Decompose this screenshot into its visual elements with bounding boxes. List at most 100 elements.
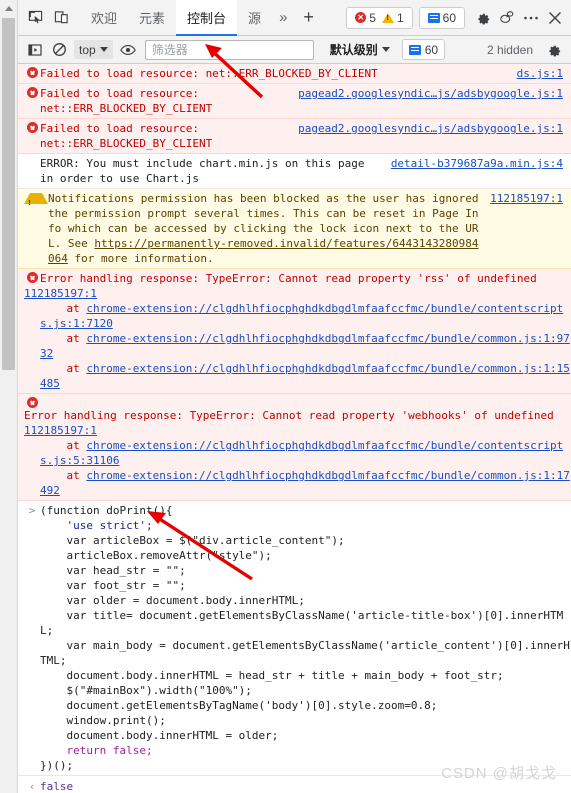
stack-frame-link[interactable]: chrome-extension://clgdhlhfiocphghdkdbgd… bbox=[40, 302, 563, 330]
console-settings-gear-icon[interactable] bbox=[543, 39, 565, 61]
console-message-count-chip[interactable]: 60 bbox=[401, 39, 446, 60]
stack-frame-link[interactable]: chrome-extension://clgdhlhfiocphghdkdbgd… bbox=[40, 439, 563, 467]
message-source-link[interactable]: 112185197:1 bbox=[24, 286, 105, 301]
error-icon: ✕ bbox=[355, 12, 367, 23]
tab-welcome-label: 欢迎 bbox=[91, 11, 118, 26]
more-tabs-button[interactable]: » bbox=[272, 0, 294, 36]
add-tab-button[interactable]: + bbox=[294, 0, 323, 35]
clear-console-icon[interactable] bbox=[48, 39, 70, 61]
warning-text-part2: for more information. bbox=[67, 252, 214, 265]
error-icon-cell bbox=[24, 396, 40, 408]
page-scrollbar[interactable] bbox=[0, 0, 18, 793]
message-text: Notifications permission has been blocke… bbox=[48, 191, 490, 266]
chevron-down-icon bbox=[381, 47, 390, 52]
tab-welcome[interactable]: 欢迎 bbox=[80, 0, 128, 36]
tab-elements[interactable]: 元素 bbox=[128, 0, 176, 36]
source-link[interactable]: ds.js:1 bbox=[517, 67, 563, 80]
message-icon bbox=[427, 12, 440, 23]
more-options-icon[interactable] bbox=[519, 6, 543, 30]
input-prompt-icon: > bbox=[28, 504, 36, 517]
message-source-link[interactable]: 112185197:1 bbox=[24, 423, 105, 438]
code-line-11: document.getElementsByTagName('body')[0]… bbox=[40, 699, 438, 712]
message-counter-item[interactable]: 60 bbox=[427, 10, 456, 25]
console-message-error[interactable]: Failed to load resource: net::ERR_BLOCKE… bbox=[18, 64, 571, 84]
warning-icon-cell bbox=[24, 191, 48, 211]
watermark: CSDN @胡戈戈 bbox=[441, 765, 557, 782]
error-icon bbox=[26, 122, 38, 133]
console-message-log[interactable]: ERROR: You must include chart.min.js on … bbox=[18, 154, 571, 189]
code-line-6: var older = document.body.innerHTML; bbox=[40, 594, 305, 607]
console-message-list[interactable]: Failed to load resource: net::ERR_BLOCKE… bbox=[18, 64, 571, 793]
warning-icon bbox=[24, 193, 48, 211]
source-link[interactable]: pagead2.googlesyndic…js/adsbygoogle.js:1 bbox=[298, 87, 563, 100]
message-text: ERROR: You must include chart.min.js on … bbox=[40, 157, 365, 185]
source-link[interactable]: 112185197:1 bbox=[24, 287, 97, 300]
result-value: false bbox=[40, 780, 74, 793]
message-source-link[interactable]: ds.js:1 bbox=[517, 66, 571, 81]
console-toolbar: top 默认级别 60 2 hidden bbox=[18, 36, 571, 64]
close-devtools-icon[interactable] bbox=[543, 6, 567, 30]
console-sidebar-toggle-icon[interactable] bbox=[24, 39, 46, 61]
code-line-2: var articleBox = $("div.article_content"… bbox=[40, 534, 345, 547]
message-text: Failed to load resource: net::ERR_BLOCKE… bbox=[40, 122, 213, 150]
scrollbar-thumb[interactable] bbox=[2, 18, 15, 370]
code-line-15: })(); bbox=[40, 759, 74, 772]
execution-context-select[interactable]: top bbox=[74, 40, 113, 59]
message-text: Failed to load resource: net::ERR_BLOCKE… bbox=[40, 87, 213, 115]
message-source-link[interactable]: pagead2.googlesyndic…js/adsbygoogle.js:1 bbox=[298, 121, 571, 136]
devtools-feedback-icon[interactable] bbox=[495, 6, 519, 30]
message-text: Error handling response: TypeError: Cann… bbox=[40, 272, 537, 285]
live-expression-eye-icon[interactable] bbox=[117, 39, 139, 61]
code-line-5: var foot_str = ""; bbox=[40, 579, 186, 592]
panel-tabs: 欢迎 元素 控制台 源 » bbox=[80, 0, 294, 36]
code-line-9: document.body.innerHTML = head_str + tit… bbox=[40, 669, 504, 682]
code-line-14: return false; bbox=[40, 744, 153, 757]
error-icon-cell bbox=[24, 271, 40, 283]
code-line-8: var main_body = document.getElementsByCl… bbox=[40, 639, 570, 667]
issue-counters[interactable]: ✕ 5 1 bbox=[346, 6, 413, 29]
stack-frame-link[interactable]: chrome-extension://clgdhlhfiocphghdkdbgd… bbox=[40, 362, 570, 390]
scrollbar-up-arrow[interactable] bbox=[0, 0, 17, 17]
device-toolbar-icon[interactable] bbox=[48, 5, 74, 31]
warning-counter[interactable]: 1 bbox=[381, 10, 404, 25]
log-level-value: 默认级别 bbox=[329, 43, 378, 57]
source-link[interactable]: pagead2.googlesyndic…js/adsbygoogle.js:1 bbox=[298, 122, 563, 135]
message-source-link[interactable]: detail-b379687a9a.min.js:4 bbox=[391, 156, 571, 171]
message-count: 60 bbox=[442, 10, 456, 25]
stack-frame-link[interactable]: chrome-extension://clgdhlhfiocphghdkdbgd… bbox=[40, 332, 570, 360]
source-link[interactable]: detail-b379687a9a.min.js:4 bbox=[391, 157, 563, 170]
console-evaluated-input[interactable]: > (function doPrint(){ 'use strict'; var… bbox=[18, 501, 571, 776]
console-message-error[interactable]: Error handling response: TypeError: Cann… bbox=[18, 394, 571, 501]
code-line-12: window.print(); bbox=[40, 714, 166, 727]
error-counter[interactable]: ✕ 5 bbox=[355, 11, 376, 25]
source-link[interactable]: 112185197:1 bbox=[24, 424, 97, 437]
log-level-select[interactable]: 默认级别 bbox=[330, 41, 390, 58]
console-message-error[interactable]: Failed to load resource: net::ERR_BLOCKE… bbox=[18, 84, 571, 119]
add-tab-label: + bbox=[303, 7, 314, 27]
inspect-element-icon[interactable] bbox=[22, 5, 48, 31]
stack-frame-link[interactable]: chrome-extension://clgdhlhfiocphghdkdbgd… bbox=[40, 469, 570, 497]
stack-trace: at chrome-extension://clgdhlhfiocphghdkd… bbox=[40, 302, 570, 390]
source-link[interactable]: 112185197:1 bbox=[490, 192, 563, 205]
code-line-7: var title= document.getElementsByClassNa… bbox=[40, 609, 564, 637]
code-line-1: 'use strict'; bbox=[40, 519, 153, 532]
tab-console[interactable]: 控制台 bbox=[176, 0, 238, 36]
settings-gear-icon[interactable] bbox=[471, 6, 495, 30]
more-tabs-label: » bbox=[279, 9, 288, 26]
code-line-10: $("#mainBox").width("100%"); bbox=[40, 684, 252, 697]
error-icon bbox=[26, 87, 38, 98]
error-count: 5 bbox=[369, 10, 376, 25]
console-message-warning[interactable]: Notifications permission has been blocke… bbox=[18, 189, 571, 269]
error-icon-cell bbox=[24, 86, 40, 98]
console-message-error[interactable]: Failed to load resource: net::ERR_BLOCKE… bbox=[18, 119, 571, 154]
warning-count: 1 bbox=[396, 10, 404, 25]
tab-console-label: 控制台 bbox=[187, 11, 227, 26]
message-source-link[interactable]: pagead2.googlesyndic…js/adsbygoogle.js:1 bbox=[298, 86, 571, 101]
console-message-error[interactable]: Error handling response: TypeError: Cann… bbox=[18, 269, 571, 394]
console-filter-input[interactable] bbox=[144, 39, 314, 60]
tab-elements-label: 元素 bbox=[139, 11, 166, 26]
message-counter[interactable]: 60 bbox=[418, 6, 465, 29]
evaluated-code: (function doPrint(){ 'use strict'; var a… bbox=[40, 503, 571, 773]
tab-sources[interactable]: 源 bbox=[237, 0, 272, 36]
message-source-link[interactable]: 112185197:1 bbox=[490, 191, 571, 206]
